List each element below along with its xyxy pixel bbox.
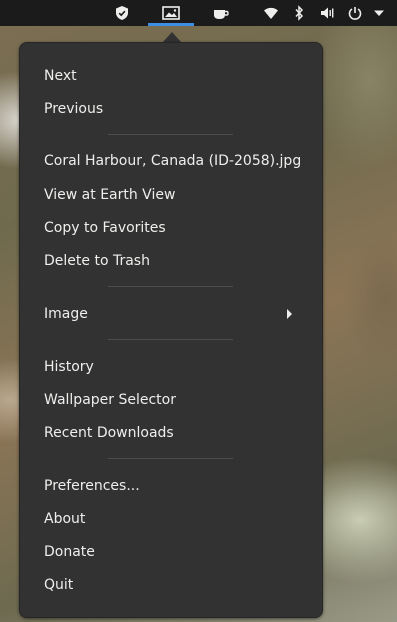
menu-item-delete-trash[interactable]: Delete to Trash <box>20 246 322 276</box>
wallpaper-image-icon[interactable] <box>162 4 180 22</box>
top-panel <box>0 0 397 26</box>
menu-item-quit[interactable]: Quit <box>20 570 322 600</box>
menu-separator <box>108 286 233 287</box>
menu-separator <box>108 339 233 340</box>
menu-item-about[interactable]: About <box>20 504 322 534</box>
menu-item-wallpaper-selector[interactable]: Wallpaper Selector <box>20 385 322 415</box>
menu-item-donate[interactable]: Donate <box>20 537 322 567</box>
variety-menu: Next Previous Coral Harbour, Canada (ID-… <box>19 42 323 618</box>
power-icon[interactable] <box>346 4 364 22</box>
chevron-down-icon[interactable] <box>370 4 388 22</box>
menu-item-recent-downloads[interactable]: Recent Downloads <box>20 418 322 448</box>
menu-item-history[interactable]: History <box>20 352 322 382</box>
menu-separator <box>108 458 233 459</box>
menu-item-current-file[interactable]: Coral Harbour, Canada (ID-2058).jpg <box>20 146 322 176</box>
menu-item-preferences[interactable]: Preferences... <box>20 471 322 501</box>
menu-item-image[interactable]: Image <box>20 299 322 329</box>
wifi-icon[interactable] <box>262 4 280 22</box>
menu-item-copy-favorites[interactable]: Copy to Favorites <box>20 213 322 243</box>
menu-item-next[interactable]: Next <box>20 61 322 91</box>
volume-icon[interactable] <box>318 4 336 22</box>
menu-item-previous[interactable]: Previous <box>20 94 322 124</box>
menu-item-view-earth[interactable]: View at Earth View <box>20 180 322 210</box>
shield-icon[interactable] <box>113 4 131 22</box>
menu-item-image-label: Image <box>44 306 88 322</box>
cup-icon[interactable] <box>212 4 230 22</box>
active-indicator <box>148 23 194 26</box>
menu-separator <box>108 134 233 135</box>
bluetooth-icon[interactable] <box>290 4 308 22</box>
submenu-arrow-icon <box>287 309 292 319</box>
